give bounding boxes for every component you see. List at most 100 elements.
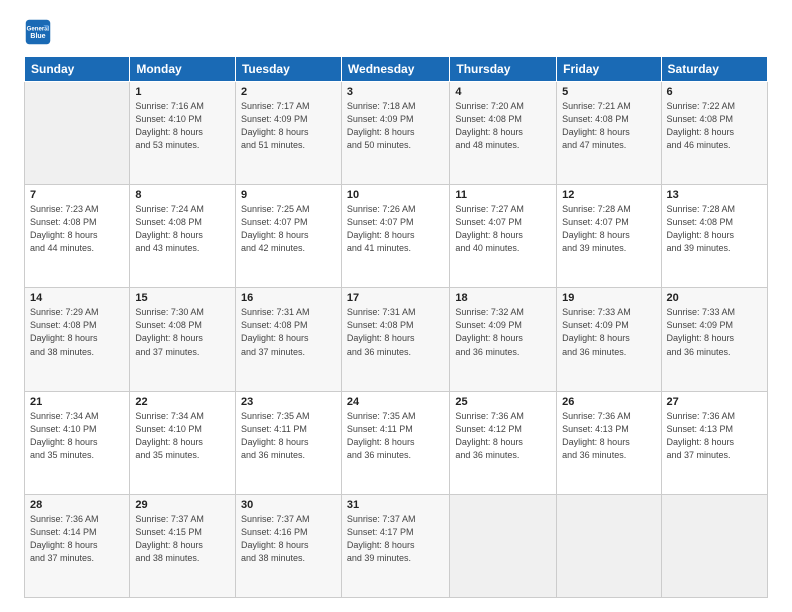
calendar-cell: 6Sunrise: 7:22 AM Sunset: 4:08 PM Daylig… xyxy=(661,82,767,185)
calendar-cell: 15Sunrise: 7:30 AM Sunset: 4:08 PM Dayli… xyxy=(130,288,236,391)
weekday-header: Sunday xyxy=(25,57,130,82)
calendar-cell: 30Sunrise: 7:37 AM Sunset: 4:16 PM Dayli… xyxy=(235,494,341,597)
calendar-cell: 11Sunrise: 7:27 AM Sunset: 4:07 PM Dayli… xyxy=(450,185,557,288)
cell-text: Sunrise: 7:36 AM Sunset: 4:13 PM Dayligh… xyxy=(562,410,655,462)
cell-text: Sunrise: 7:35 AM Sunset: 4:11 PM Dayligh… xyxy=(347,410,444,462)
day-number: 17 xyxy=(347,292,444,304)
day-number: 29 xyxy=(135,499,230,511)
cell-text: Sunrise: 7:37 AM Sunset: 4:16 PM Dayligh… xyxy=(241,513,336,565)
calendar-cell: 14 Sunrise: 7:29 AM Sunset: 4:08 PM Dayli… xyxy=(25,288,130,391)
cell-text: Sunrise: 7:29 AM Sunset: 4:08 PM Dayligh… xyxy=(30,306,124,358)
day-number: 27 xyxy=(667,396,762,408)
weekday-row: SundayMondayTuesdayWednesdayThursdayFrid… xyxy=(25,57,768,82)
calendar-cell: 29 Sunrise: 7:37 AM Sunset: 4:15 PM Dayli… xyxy=(130,494,236,597)
calendar-cell: 25 Sunrise: 7:36 AM Sunset: 4:12 PM Dayli… xyxy=(450,391,557,494)
cell-text: Sunrise: 7:24 AM Sunset: 4:08 PM Dayligh… xyxy=(135,203,230,255)
calendar-cell: 5 Sunrise: 7:21 AM Sunset: 4:08 PM Daylig… xyxy=(557,82,661,185)
calendar-table: SundayMondayTuesdayWednesdayThursdayFrid… xyxy=(24,56,768,598)
calendar-cell: 2 Sunrise: 7:17 AM Sunset: 4:09 PM Daylig… xyxy=(235,82,341,185)
day-number: 23 xyxy=(241,396,336,408)
calendar-week-row: 14 Sunrise: 7:29 AM Sunset: 4:08 PM Dayli… xyxy=(25,288,768,391)
calendar-cell: 7Sunrise: 7:23 AM Sunset: 4:08 PM Daylig… xyxy=(25,185,130,288)
cell-text: Sunrise: 7:34 AM Sunset: 4:10 PM Dayligh… xyxy=(135,410,230,462)
calendar-cell: 9Sunrise: 7:25 AM Sunset: 4:07 PM Daylig… xyxy=(235,185,341,288)
calendar-cell: 17 Sunrise: 7:31 AM Sunset: 4:08 PM Dayli… xyxy=(341,288,449,391)
day-number: 19 xyxy=(562,292,655,304)
calendar-cell: 13 Sunrise: 7:28 AM Sunset: 4:08 PM Dayli… xyxy=(661,185,767,288)
day-number: 25 xyxy=(455,396,551,408)
cell-text: Sunrise: 7:34 AM Sunset: 4:10 PM Dayligh… xyxy=(30,410,124,462)
weekday-header: Saturday xyxy=(661,57,767,82)
cell-text: Sunrise: 7:32 AM Sunset: 4:09 PM Dayligh… xyxy=(455,306,551,358)
calendar-week-row: 1 Sunrise: 7:16 AM Sunset: 4:10 PM Daylig… xyxy=(25,82,768,185)
cell-text: Sunrise: 7:22 AM Sunset: 4:08 PM Dayligh… xyxy=(667,100,762,152)
logo: General Blue xyxy=(24,18,56,46)
svg-text:Blue: Blue xyxy=(30,33,45,40)
cell-text: Sunrise: 7:28 AM Sunset: 4:08 PM Dayligh… xyxy=(667,203,762,255)
day-number: 20 xyxy=(667,292,762,304)
calendar-cell: 22 Sunrise: 7:34 AM Sunset: 4:10 PM Dayli… xyxy=(130,391,236,494)
cell-text: Sunrise: 7:27 AM Sunset: 4:07 PM Dayligh… xyxy=(455,203,551,255)
day-number: 5 xyxy=(562,86,655,98)
cell-text: Sunrise: 7:36 AM Sunset: 4:12 PM Dayligh… xyxy=(455,410,551,462)
cell-text: Sunrise: 7:28 AM Sunset: 4:07 PM Dayligh… xyxy=(562,203,655,255)
calendar-cell: 21Sunrise: 7:34 AM Sunset: 4:10 PM Dayli… xyxy=(25,391,130,494)
day-number: 28 xyxy=(30,499,124,511)
cell-text: Sunrise: 7:31 AM Sunset: 4:08 PM Dayligh… xyxy=(241,306,336,358)
calendar-cell: 26 Sunrise: 7:36 AM Sunset: 4:13 PM Dayli… xyxy=(557,391,661,494)
calendar-body: 1 Sunrise: 7:16 AM Sunset: 4:10 PM Daylig… xyxy=(25,82,768,598)
day-number: 22 xyxy=(135,396,230,408)
day-number: 2 xyxy=(241,86,336,98)
day-number: 16 xyxy=(241,292,336,304)
calendar-cell xyxy=(661,494,767,597)
day-number: 14 xyxy=(30,292,124,304)
calendar-cell: 8 Sunrise: 7:24 AM Sunset: 4:08 PM Daylig… xyxy=(130,185,236,288)
weekday-header: Monday xyxy=(130,57,236,82)
cell-text: Sunrise: 7:36 AM Sunset: 4:14 PM Dayligh… xyxy=(30,513,124,565)
calendar-cell: 3Sunrise: 7:18 AM Sunset: 4:09 PM Daylig… xyxy=(341,82,449,185)
weekday-header: Friday xyxy=(557,57,661,82)
cell-text: Sunrise: 7:20 AM Sunset: 4:08 PM Dayligh… xyxy=(455,100,551,152)
calendar-cell xyxy=(25,82,130,185)
calendar-week-row: 7Sunrise: 7:23 AM Sunset: 4:08 PM Daylig… xyxy=(25,185,768,288)
weekday-header: Thursday xyxy=(450,57,557,82)
calendar-cell xyxy=(557,494,661,597)
day-number: 24 xyxy=(347,396,444,408)
day-number: 3 xyxy=(347,86,444,98)
cell-text: Sunrise: 7:35 AM Sunset: 4:11 PM Dayligh… xyxy=(241,410,336,462)
cell-text: Sunrise: 7:17 AM Sunset: 4:09 PM Dayligh… xyxy=(241,100,336,152)
day-number: 13 xyxy=(667,189,762,201)
weekday-header: Tuesday xyxy=(235,57,341,82)
calendar-page: General Blue SundayMondayTuesdayWednesda… xyxy=(0,0,792,612)
day-number: 8 xyxy=(135,189,230,201)
cell-text: Sunrise: 7:37 AM Sunset: 4:15 PM Dayligh… xyxy=(135,513,230,565)
day-number: 7 xyxy=(30,189,124,201)
calendar-cell xyxy=(450,494,557,597)
calendar-cell: 4Sunrise: 7:20 AM Sunset: 4:08 PM Daylig… xyxy=(450,82,557,185)
cell-text: Sunrise: 7:21 AM Sunset: 4:08 PM Dayligh… xyxy=(562,100,655,152)
calendar-week-row: 28 Sunrise: 7:36 AM Sunset: 4:14 PM Dayli… xyxy=(25,494,768,597)
day-number: 31 xyxy=(347,499,444,511)
cell-text: Sunrise: 7:16 AM Sunset: 4:10 PM Dayligh… xyxy=(135,100,230,152)
day-number: 1 xyxy=(135,86,230,98)
cell-text: Sunrise: 7:36 AM Sunset: 4:13 PM Dayligh… xyxy=(667,410,762,462)
cell-text: Sunrise: 7:33 AM Sunset: 4:09 PM Dayligh… xyxy=(562,306,655,358)
cell-text: Sunrise: 7:25 AM Sunset: 4:07 PM Dayligh… xyxy=(241,203,336,255)
calendar-header: SundayMondayTuesdayWednesdayThursdayFrid… xyxy=(25,57,768,82)
day-number: 18 xyxy=(455,292,551,304)
calendar-cell: 27 Sunrise: 7:36 AM Sunset: 4:13 PM Dayli… xyxy=(661,391,767,494)
calendar-cell: 28 Sunrise: 7:36 AM Sunset: 4:14 PM Dayli… xyxy=(25,494,130,597)
day-number: 10 xyxy=(347,189,444,201)
calendar-cell: 24 Sunrise: 7:35 AM Sunset: 4:11 PM Dayli… xyxy=(341,391,449,494)
day-number: 12 xyxy=(562,189,655,201)
cell-text: Sunrise: 7:26 AM Sunset: 4:07 PM Dayligh… xyxy=(347,203,444,255)
day-number: 26 xyxy=(562,396,655,408)
cell-text: Sunrise: 7:37 AM Sunset: 4:17 PM Dayligh… xyxy=(347,513,444,565)
calendar-cell: 19 Sunrise: 7:33 AM Sunset: 4:09 PM Dayli… xyxy=(557,288,661,391)
header: General Blue xyxy=(24,18,768,46)
cell-text: Sunrise: 7:31 AM Sunset: 4:08 PM Dayligh… xyxy=(347,306,444,358)
calendar-cell: 12 Sunrise: 7:28 AM Sunset: 4:07 PM Dayli… xyxy=(557,185,661,288)
calendar-cell: 18 Sunrise: 7:32 AM Sunset: 4:09 PM Dayli… xyxy=(450,288,557,391)
calendar-week-row: 21Sunrise: 7:34 AM Sunset: 4:10 PM Dayli… xyxy=(25,391,768,494)
day-number: 15 xyxy=(135,292,230,304)
